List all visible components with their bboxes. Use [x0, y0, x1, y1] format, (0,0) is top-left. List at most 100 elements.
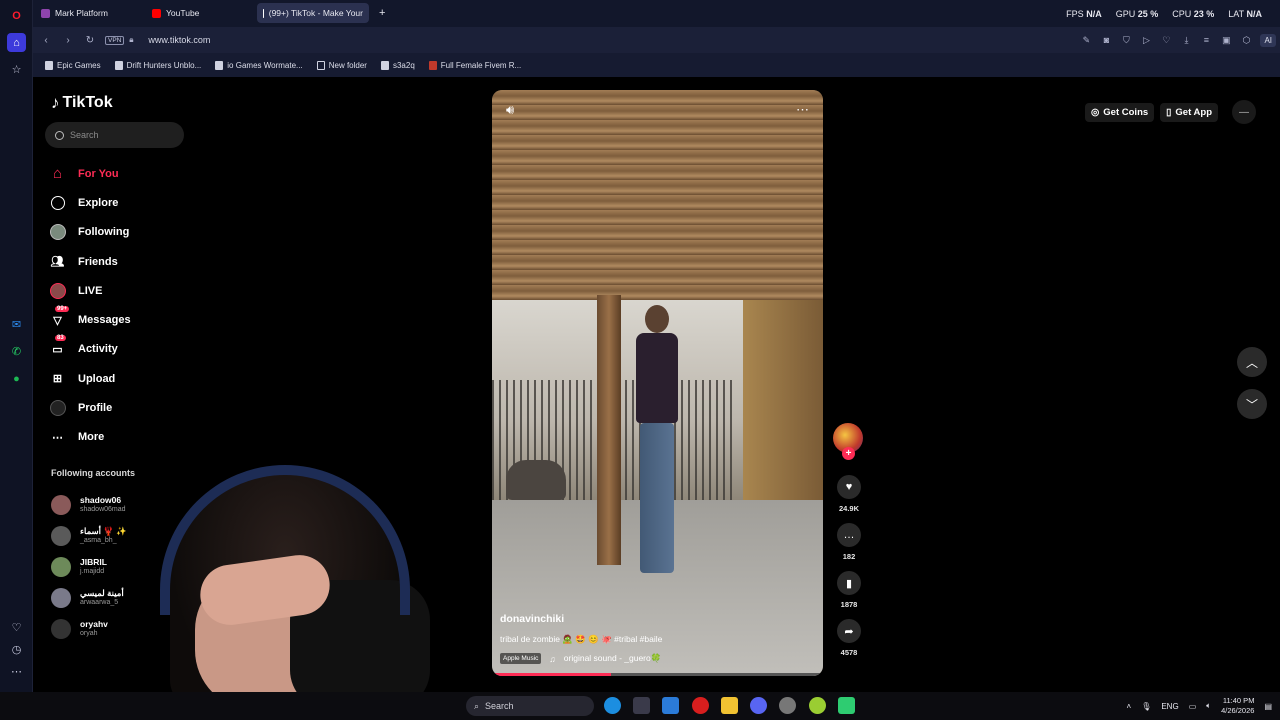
bookmark-item[interactable]: io Games Wormate...: [215, 60, 303, 70]
wallet-icon[interactable]: ▣: [1216, 35, 1236, 46]
video-sound[interactable]: Apple Music ♫ original sound - _guero🍀: [500, 653, 810, 664]
pin-icon[interactable]: ☆: [7, 60, 26, 79]
chevron-up-icon[interactable]: ˄: [1127, 702, 1132, 711]
reload-icon[interactable]: ↻: [79, 35, 101, 46]
bookmark-item[interactable]: Full Female Fivem R...: [428, 60, 521, 70]
nav-friends[interactable]: 👥︎ Friends: [49, 247, 199, 276]
bookmark-icon[interactable]: ▮: [837, 571, 861, 595]
history-icon[interactable]: ◷: [7, 640, 26, 659]
messages-badge: 99+: [55, 305, 70, 312]
page-icon: [45, 60, 53, 70]
more-options-icon[interactable]: ⋯: [796, 102, 809, 118]
bookmarks-bar: Epic Games Drift Hunters Unblo... io Gam…: [33, 53, 1280, 77]
more-icon[interactable]: ⋯: [7, 662, 26, 681]
nav-upload[interactable]: ⊞ Upload: [49, 364, 199, 393]
heart-icon[interactable]: ♡: [1156, 35, 1176, 46]
search-icon: ⌕: [474, 700, 480, 711]
camera-icon[interactable]: ◙: [1096, 35, 1116, 45]
menu-icon[interactable]: ≡: [1196, 35, 1216, 45]
nav-explore[interactable]: Explore: [49, 188, 199, 217]
video-progress-bar[interactable]: [492, 673, 823, 676]
nav-for-you[interactable]: ⌂ For You: [49, 159, 199, 188]
nav-profile[interactable]: Profile: [49, 393, 199, 422]
shield-icon[interactable]: ⛉: [1116, 35, 1136, 46]
messenger-icon[interactable]: ✉: [7, 315, 26, 334]
nav-activity[interactable]: ▭ 83 Activity: [49, 334, 199, 364]
microphone-icon[interactable]: 🎙︎: [1141, 702, 1151, 711]
nav-messages[interactable]: ▽ 99+ Messages: [49, 305, 199, 334]
browser-sidebar: O ⌂ ☆ ✉ ✆ ● ♡ ◷ ⋯: [0, 0, 33, 692]
bookmark-item[interactable]: Epic Games: [45, 60, 101, 70]
get-app-button[interactable]: ▯ Get App: [1160, 102, 1218, 122]
url-field[interactable]: www.tiktok.com: [148, 35, 210, 45]
tab-tiktok[interactable]: (99+) TikTok - Make Your: [257, 3, 369, 23]
video-player[interactable]: 🔊︎ ⋯ donavinchiki tribal de zombie 🧟 🤩 😊…: [492, 90, 823, 676]
terminal-icon[interactable]: [838, 697, 855, 714]
messages-icon: ▽ 99+: [53, 305, 70, 327]
share-action[interactable]: ➦ 4578: [833, 619, 865, 657]
tab-mark-platform[interactable]: Mark Platform: [35, 3, 145, 23]
back-icon[interactable]: ‹: [35, 35, 57, 46]
taskbar-search[interactable]: ⌕ Search: [466, 696, 594, 716]
follow-plus-icon[interactable]: +: [842, 447, 855, 460]
edit-icon[interactable]: ✎: [1076, 35, 1096, 46]
tiktok-note-icon: ♪: [51, 93, 60, 112]
whatsapp-icon[interactable]: ✆: [7, 342, 26, 361]
folder-icon: [316, 60, 325, 70]
bookmark-folder[interactable]: New folder: [316, 60, 367, 70]
language-indicator[interactable]: ENG: [1161, 702, 1178, 711]
clock[interactable]: 11:40 PM 4/26/2026: [1221, 696, 1254, 716]
comment-action[interactable]: … 182: [833, 523, 865, 561]
nav-following[interactable]: Following: [49, 218, 199, 247]
opera-logo-icon[interactable]: O: [7, 6, 26, 25]
upload-icon: ⊞: [52, 373, 63, 386]
heart-icon[interactable]: ♥: [837, 475, 861, 499]
new-tab-button[interactable]: +: [373, 3, 391, 23]
share-icon[interactable]: ➦: [837, 619, 861, 643]
search-input[interactable]: Search: [45, 122, 184, 148]
page-icon: [380, 60, 389, 70]
play-icon[interactable]: ▷: [1136, 35, 1156, 46]
home-icon[interactable]: ⌂: [7, 33, 26, 52]
opera-icon[interactable]: [692, 697, 709, 714]
photos-icon[interactable]: [662, 697, 679, 714]
heart-icon[interactable]: ♡: [7, 618, 26, 637]
file-explorer-icon[interactable]: [721, 697, 738, 714]
previous-video-button[interactable]: ︿: [1237, 347, 1267, 377]
tab-bar: Mark Platform YouTube (99+) TikTok - Mak…: [33, 0, 1280, 27]
app-icon[interactable]: [809, 697, 826, 714]
settings-icon[interactable]: [779, 697, 796, 714]
cube-icon[interactable]: ⬡: [1236, 35, 1256, 46]
save-action[interactable]: ▮ 1878: [833, 571, 865, 609]
vpn-badge[interactable]: VPN: [105, 35, 125, 45]
volume-icon[interactable]: 🔈︎: [1206, 701, 1211, 711]
nav-live[interactable]: LIVE: [49, 276, 199, 305]
notifications-icon[interactable]: ▤: [1264, 702, 1272, 711]
apple-music-badge[interactable]: Apple Music: [500, 653, 542, 664]
get-coins-button[interactable]: ◎ Get Coins: [1085, 102, 1155, 122]
store-icon[interactable]: [633, 697, 650, 714]
discord-icon[interactable]: [750, 697, 767, 714]
network-icon[interactable]: ▭: [1189, 702, 1197, 711]
bookmark-item[interactable]: Drift Hunters Unblo...: [114, 60, 201, 70]
ai-button[interactable]: AI: [1260, 33, 1276, 47]
edge-icon[interactable]: [604, 697, 621, 714]
forward-icon[interactable]: ›: [57, 35, 79, 46]
volume-icon[interactable]: 🔊︎: [506, 102, 514, 118]
video-info: donavinchiki tribal de zombie 🧟 🤩 😊 🐙 #t…: [500, 613, 810, 664]
video-username[interactable]: donavinchiki: [500, 613, 810, 625]
download-icon[interactable]: ⤓: [1176, 35, 1196, 46]
next-video-button[interactable]: ﹀: [1237, 389, 1267, 419]
e-icon: [428, 60, 437, 70]
tab-youtube[interactable]: YouTube: [146, 3, 256, 23]
like-action[interactable]: ♥ 24.9K: [833, 475, 865, 513]
settings-menu-icon[interactable]: —: [1232, 100, 1256, 124]
spotify-icon[interactable]: ●: [7, 369, 26, 388]
phone-icon: ▯: [1166, 106, 1172, 118]
coin-icon: ◎: [1091, 106, 1100, 118]
tiktok-logo[interactable]: ♪ TikTok: [51, 93, 113, 113]
creator-avatar[interactable]: +: [833, 423, 863, 460]
bookmark-item[interactable]: s3a2q: [380, 60, 415, 70]
comment-icon[interactable]: …: [837, 523, 861, 547]
windows-taskbar: ⌕ Search ˄ 🎙︎ ENG ▭ 🔈︎ 11:40 PM 4/26/202…: [0, 692, 1280, 720]
